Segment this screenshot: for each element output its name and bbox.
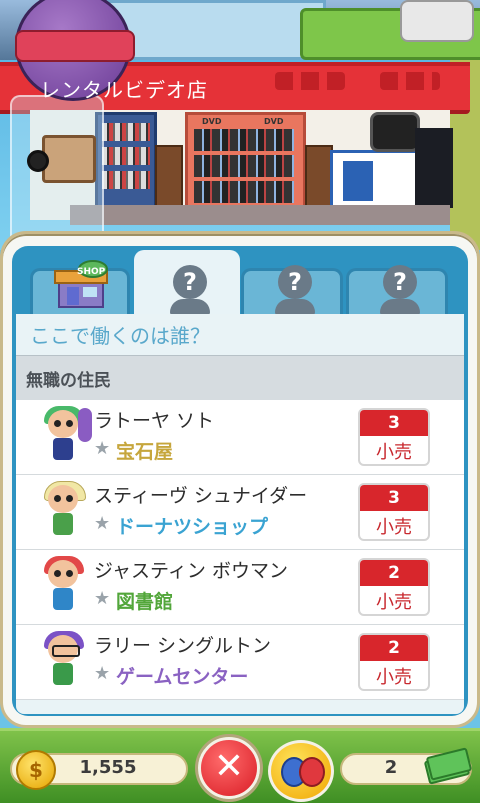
skill-level: 2 [360,560,428,586]
speaker [305,145,333,211]
shop-tab-label: SHOP [77,267,106,277]
skill-level: 2 [360,635,428,661]
close-button[interactable]: ✕ [198,737,260,799]
question-mark: ? [393,268,407,296]
resident-name: ラリー シングルトン [94,635,272,657]
satellite-dish [400,0,474,42]
dvd-rack: DVD DVD [185,112,306,213]
bux-bill-icon [423,747,473,785]
question-mark: ? [183,268,197,296]
star-icon: ★ [94,588,111,609]
tab-shop[interactable]: SHOP [30,260,130,318]
balloon-basket [42,135,96,183]
skill-category: 小売 [376,517,412,538]
skill-badge: 3 小売 [358,408,430,466]
section-header: 無職の住民 [16,355,464,401]
tab-unknown-3[interactable]: ? [346,265,448,318]
dvd-label: DVD [264,117,284,126]
star-icon: ★ [94,663,111,684]
resident-avatar [40,556,90,616]
sign-stripes [275,72,345,90]
tab-unknown-2[interactable]: ? [241,265,343,318]
video-shelf [95,112,157,213]
friends-button[interactable] [268,740,334,802]
tv-monitor [370,112,420,152]
bux-value: 2 [384,757,398,778]
section-title: 無職の住民 [26,371,111,391]
resident-avatar [40,406,92,466]
skill-category: 小売 [376,592,412,613]
tab-unknown-1[interactable]: ? [134,250,240,318]
resident-row[interactable]: スティーヴ シュナイダー ★ ドーナツショップ 3 小売 [16,475,464,550]
resident-row[interactable]: ジャスティン ボウマン ★ 図書館 2 小売 [16,550,464,625]
store-scene: DVD DVD レンタルビデオ店 [0,0,480,250]
checkout-counter [330,150,421,211]
skill-level: 3 [360,410,428,436]
coin-icon: $ [16,750,56,790]
speaker [155,145,183,211]
resident-name: スティーヴ シュナイダー [94,485,308,507]
panel-question: ここで働くのは誰？ [30,324,210,348]
skill-badge: 2 小売 [358,558,430,616]
dvd-label: DVD [202,117,222,126]
friends-icon [299,757,325,787]
resident-avatar [40,481,90,541]
coins-value: 1,555 [79,757,137,778]
resident-name: ラトーヤ ソト [94,410,215,432]
resident-row[interactable]: ラリー シングルトン ★ ゲームセンター 2 小売 [16,625,464,700]
resident-name: ジャスティン ボウマン [94,560,288,582]
store-sign: レンタルビデオ店 [40,78,208,102]
store-floor [70,205,450,225]
skill-badge: 3 小売 [358,483,430,541]
star-icon: ★ [94,513,111,534]
balloon-band [15,30,135,62]
skill-level: 3 [360,485,428,511]
resident-dream-job: 図書館 [116,591,174,613]
skill-category: 小売 [376,667,412,688]
resident-dream-job: ゲームセンター [116,666,249,688]
skill-badge: 2 小売 [358,633,430,691]
close-icon: ✕ [213,746,245,787]
skill-category: 小売 [376,442,412,463]
resident-dream-job: ドーナツショップ [116,516,269,538]
back-door [415,128,453,208]
film-reel-icon [27,150,49,172]
sign-stripes [380,72,440,90]
star-icon: ★ [94,438,111,459]
resident-dream-job: 宝石屋 [116,441,174,463]
question-mark: ? [288,268,302,296]
resident-avatar [40,631,90,691]
resident-row[interactable]: ラトーヤ ソト ★ 宝石屋 3 小売 [16,400,464,475]
